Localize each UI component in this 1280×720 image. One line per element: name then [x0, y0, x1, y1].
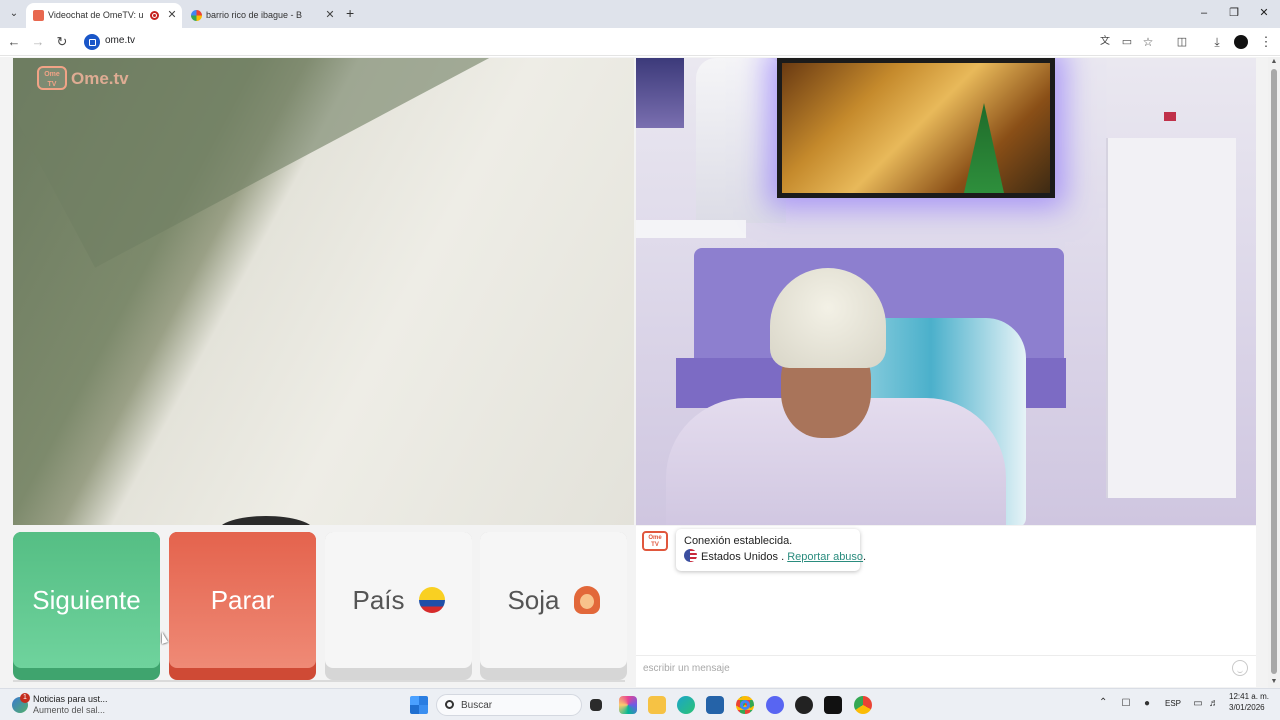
system-message: Conexión establecida. Estados Unidos . R… [676, 529, 866, 571]
us-flag-icon [684, 549, 697, 562]
ometv-favicon-icon [33, 10, 44, 21]
girl-emoji-icon [573, 586, 600, 615]
partner-info: Estados Unidos . Reportar abuso. [684, 549, 866, 565]
discord-icon[interactable] [766, 696, 784, 714]
url-text[interactable]: ome.tv [105, 35, 135, 46]
news-subtitle: Aumento del sal... [33, 705, 106, 715]
taskbar-search[interactable]: Buscar [436, 694, 582, 716]
video-background [696, 58, 786, 223]
google-favicon-icon [191, 10, 202, 21]
clock-time[interactable]: 12:41 a. m. [1229, 692, 1269, 701]
network-icon[interactable]: ☐ [1120, 698, 1132, 710]
chat-input-row [636, 655, 1256, 680]
report-suffix: . [863, 551, 867, 563]
star-icon[interactable]: ☆ [1139, 33, 1157, 51]
next-button[interactable]: Siguiente [13, 532, 160, 680]
scroll-thumb[interactable] [1271, 69, 1277, 674]
taskbar-search-placeholder: Buscar [461, 700, 493, 711]
page-scrollbar[interactable]: ▲ ▼ [1268, 57, 1280, 688]
ometv-page: Ome TV Ome.tv Siguiente Parar País Soja [0, 57, 1280, 688]
mouse-cursor-icon [162, 632, 168, 644]
smiley-icon[interactable] [1232, 660, 1248, 676]
kebab-menu-icon[interactable]: ⋮ [1257, 33, 1275, 51]
scroll-down-arrow-icon[interactable]: ▼ [1270, 678, 1278, 685]
chrome-profile-icon[interactable] [854, 696, 872, 714]
video-background [636, 220, 746, 238]
task-view-icon[interactable] [590, 699, 602, 711]
country-button-content: País [325, 532, 472, 668]
display-icon[interactable]: ▭ [1192, 698, 1204, 710]
next-button-label: Siguiente [32, 585, 141, 615]
gender-filter-button[interactable]: Soja [480, 532, 627, 680]
windows-taskbar: 1 Noticias para ust... Aumento del sal..… [0, 688, 1280, 720]
scroll-up-arrow-icon[interactable]: ▲ [1270, 58, 1278, 65]
video-background [13, 58, 555, 268]
local-video-feed: Ome TV Ome.tv [13, 58, 634, 525]
ometv-logo-tv-icon: Ome TV [37, 66, 67, 90]
browser-toolbar: ← → ↻ ome.tv 文 ▭ ☆ ◫ ⤓ ⋮ [0, 28, 1280, 56]
ometv-system-icon: Ome TV [642, 531, 668, 551]
site-info-icon[interactable] [84, 34, 100, 50]
tab-title: Videochat de OmeTV: una [48, 10, 144, 20]
microphone-icon[interactable]: ● [1141, 698, 1153, 710]
volume-icon[interactable]: ♬ [1208, 698, 1220, 710]
clock-date[interactable]: 3/01/2026 [1229, 703, 1265, 712]
back-arrow-icon[interactable]: ← [5, 33, 23, 51]
recording-indicator-icon [150, 11, 159, 20]
country-filter-button[interactable]: País [325, 532, 472, 680]
video-background [636, 58, 684, 128]
colombia-flag-icon [418, 587, 445, 614]
video-background [777, 58, 1055, 198]
gender-button-label: Soja [507, 585, 560, 615]
search-icon [445, 700, 454, 709]
download-icon[interactable]: ⤓ [1208, 33, 1226, 51]
new-tab-plus-icon[interactable]: + [346, 5, 354, 21]
puzzle-icon[interactable]: ◫ [1173, 33, 1191, 51]
cast-icon[interactable]: ▭ [1118, 33, 1136, 51]
forward-arrow-icon[interactable]: → [29, 33, 47, 51]
chat-log[interactable]: Ome TV Conexión establecida. Estados Uni… [636, 526, 1256, 654]
minimize-icon[interactable]: – [1194, 4, 1214, 22]
address-bar[interactable]: ome.tv [80, 31, 1170, 53]
remote-video-feed [636, 58, 1256, 525]
tab-close-icon[interactable]: ✕ [324, 3, 336, 28]
ometv-logo-text: Ome.tv [71, 69, 129, 88]
stop-button[interactable]: Parar [169, 532, 316, 680]
connection-status-text: Conexión establecida. [684, 535, 793, 547]
button-bar-divider [13, 680, 625, 682]
tab-close-icon[interactable]: ✕ [166, 3, 178, 28]
report-abuse-link[interactable]: Reportar abuso [787, 551, 863, 563]
tab-search-chevron-icon[interactable]: ⌄ [5, 5, 23, 23]
file-explorer-icon[interactable] [648, 696, 666, 714]
store-icon[interactable] [706, 696, 724, 714]
copilot-icon[interactable] [619, 696, 637, 714]
tab-ometv[interactable]: Videochat de OmeTV: una ✕ [26, 3, 182, 28]
video-background [1106, 138, 1236, 498]
profile-avatar[interactable] [1234, 35, 1248, 49]
reload-icon[interactable]: ↻ [53, 33, 71, 51]
restore-icon[interactable]: ❐ [1224, 4, 1244, 22]
video-object [218, 516, 314, 525]
tab-title: barrio rico de ibague - Buscar c [206, 10, 302, 20]
gender-button-content: Soja [480, 532, 627, 668]
tray-overflow-chevron-icon[interactable]: ⌃ [1099, 697, 1107, 708]
video-background [1164, 112, 1176, 121]
input-language[interactable]: ESP [1165, 699, 1181, 708]
news-title: Noticias para ust... [33, 694, 108, 704]
tiktok-icon[interactable] [824, 696, 842, 714]
partner-country-text: Estados Unidos . [701, 551, 785, 563]
translate-icon[interactable]: 文 [1096, 33, 1114, 51]
window-close-icon[interactable]: ✕ [1254, 4, 1274, 22]
windows-start-icon[interactable] [410, 696, 428, 714]
chrome-icon[interactable] [736, 696, 754, 714]
tab-strip: ⌄ Videochat de OmeTV: una ✕ barrio rico … [0, 0, 1280, 28]
edge-icon[interactable] [677, 696, 695, 714]
chat-panel: Ome TV Conexión establecida. Estados Uni… [636, 526, 1256, 687]
tab-google-search[interactable]: barrio rico de ibague - Buscar c ✕ [184, 3, 340, 28]
stop-button-label: Parar [210, 585, 275, 615]
app-icon[interactable] [795, 696, 813, 714]
country-button-label: País [352, 585, 405, 615]
news-badge: 1 [20, 693, 30, 703]
message-input[interactable] [636, 656, 1226, 680]
